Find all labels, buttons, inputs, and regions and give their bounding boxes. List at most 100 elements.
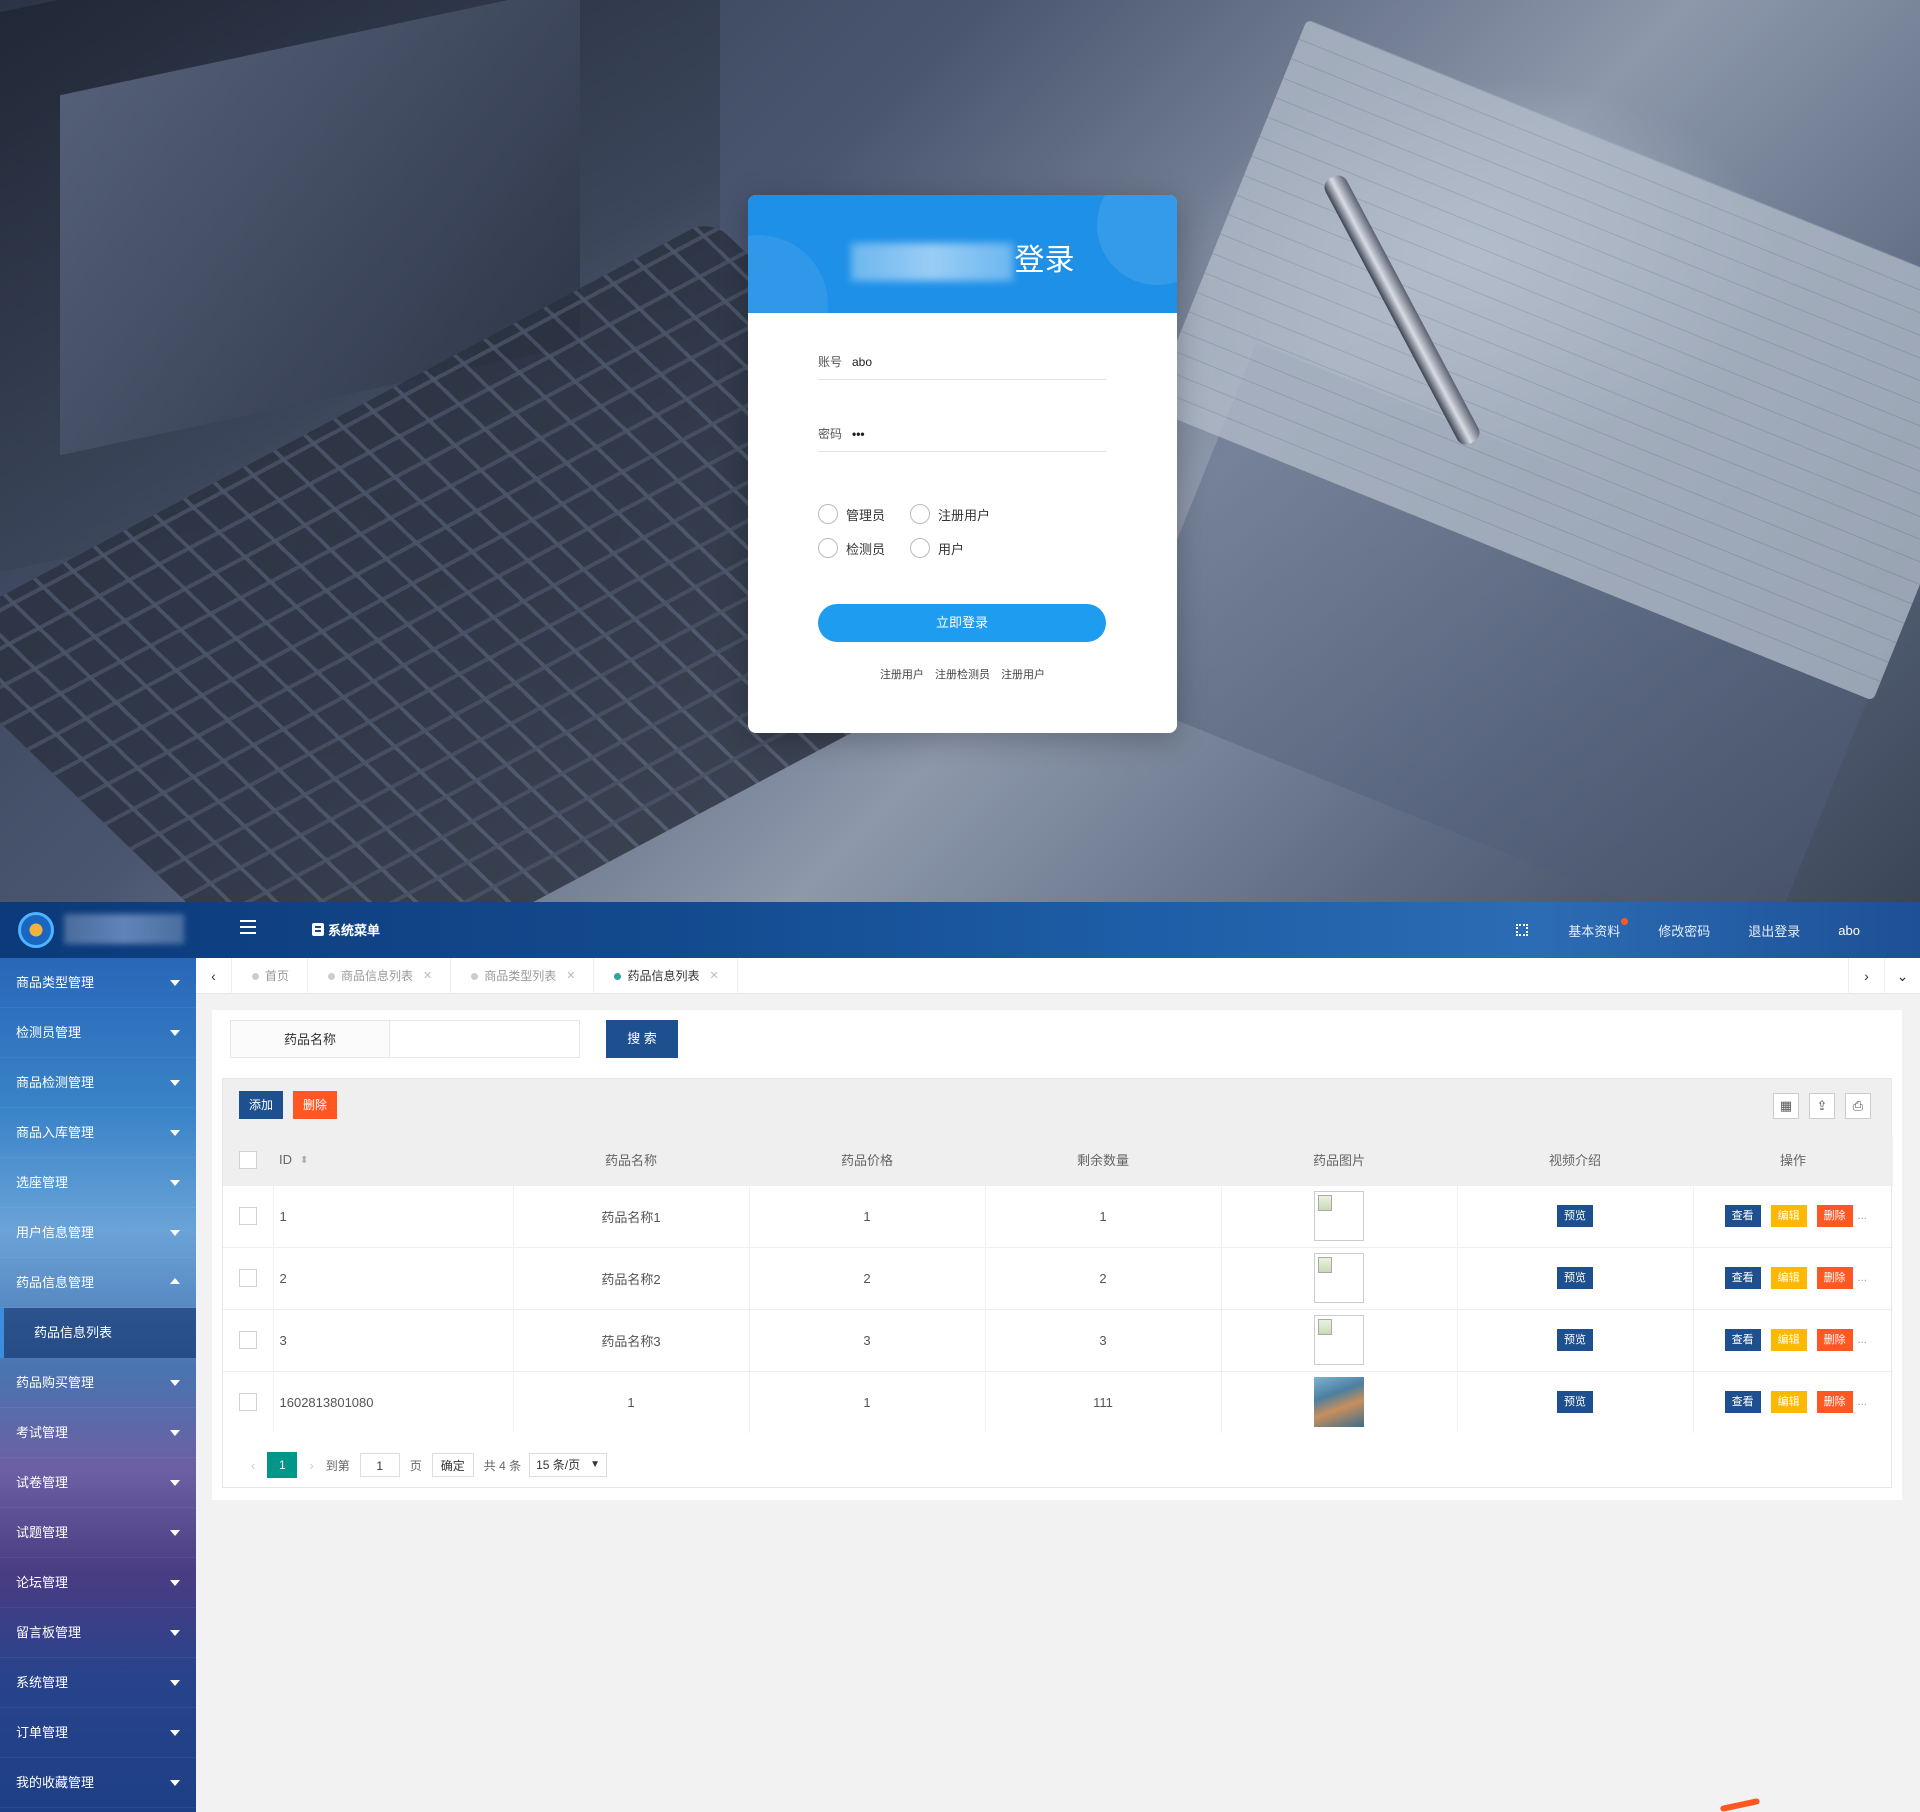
more-icon[interactable]: ... bbox=[1858, 1396, 1867, 1408]
edit-button[interactable]: 编辑 bbox=[1770, 1391, 1807, 1414]
account-field[interactable]: 账号 abo bbox=[818, 344, 1106, 380]
sidebar-item-orders[interactable]: 订单管理 bbox=[0, 1708, 196, 1758]
tab-product-type-list[interactable]: 商品类型列表 ✕ bbox=[451, 958, 595, 994]
more-icon[interactable]: ... bbox=[1858, 1272, 1867, 1284]
tab-scroll-left-icon[interactable]: ‹ bbox=[196, 958, 232, 994]
login-button[interactable]: 立即登录 bbox=[818, 604, 1106, 642]
account-input[interactable]: abo bbox=[852, 355, 872, 369]
sidebar-item-drug-info[interactable]: 药品信息管理 bbox=[0, 1258, 196, 1308]
drug-photo-image[interactable] bbox=[1314, 1377, 1364, 1428]
sidebar-item-stock-in[interactable]: 商品入库管理 bbox=[0, 1108, 196, 1158]
print-icon[interactable]: ⎙ bbox=[1845, 1093, 1871, 1119]
row-delete-button[interactable]: 删除 bbox=[1816, 1391, 1853, 1414]
select-all-checkbox[interactable] bbox=[239, 1150, 257, 1169]
row-checkbox[interactable] bbox=[238, 1269, 257, 1287]
role-radio-user[interactable]: 用户 bbox=[910, 538, 964, 558]
tab-scroll-right-icon[interactable]: › bbox=[1848, 958, 1884, 994]
delete-button[interactable]: 删除 bbox=[293, 1091, 338, 1119]
radio-icon[interactable] bbox=[910, 538, 930, 558]
logout-link[interactable]: 退出登录 bbox=[1748, 921, 1800, 940]
sidebar-item-question[interactable]: 试题管理 bbox=[0, 1508, 196, 1558]
role-radio-admin[interactable]: 管理员 bbox=[818, 504, 885, 524]
add-button[interactable]: 添加 bbox=[239, 1091, 284, 1119]
view-button[interactable]: 查看 bbox=[1724, 1329, 1761, 1351]
sidebar-subitem-drug-list[interactable]: 药品信息列表 bbox=[0, 1308, 196, 1358]
tab-drug-info-list[interactable]: 药品信息列表 ✕ bbox=[594, 958, 738, 994]
preview-button[interactable]: 预览 bbox=[1557, 1329, 1593, 1351]
hamburger-menu-icon[interactable] bbox=[240, 920, 256, 934]
more-icon[interactable]: ... bbox=[1858, 1210, 1867, 1222]
sidebar-item-paper[interactable]: 试卷管理 bbox=[0, 1458, 196, 1508]
close-icon[interactable]: ✕ bbox=[423, 958, 432, 994]
current-page-button[interactable]: 1 bbox=[267, 1452, 298, 1478]
goto-confirm-button[interactable]: 确定 bbox=[431, 1453, 474, 1477]
edit-button[interactable]: 编辑 bbox=[1770, 1329, 1807, 1351]
edit-button[interactable]: 编辑 bbox=[1770, 1205, 1807, 1227]
sidebar-item-drug-purchase[interactable]: 药品购买管理 bbox=[0, 1358, 196, 1408]
username[interactable]: abo bbox=[1838, 923, 1860, 938]
row-delete-button[interactable]: 删除 bbox=[1816, 1267, 1853, 1289]
export-icon[interactable]: ⇪ bbox=[1809, 1093, 1835, 1119]
broken-image-icon[interactable] bbox=[1314, 1315, 1364, 1365]
row-checkbox[interactable] bbox=[238, 1393, 257, 1412]
radio-icon[interactable] bbox=[818, 538, 838, 558]
sidebar-item-seat[interactable]: 选座管理 bbox=[0, 1158, 196, 1208]
column-header-id[interactable]: ID ⬍ bbox=[273, 1135, 513, 1185]
tab-home[interactable]: 首页 bbox=[232, 958, 309, 994]
cell-id: 3 bbox=[272, 1309, 513, 1371]
cell-price: 1 bbox=[748, 1371, 985, 1433]
row-delete-button[interactable]: 删除 bbox=[1816, 1329, 1853, 1351]
role-radio-inspector[interactable]: 检测员 bbox=[818, 538, 885, 558]
cell-actions: 查看 编辑 删除... bbox=[1692, 1371, 1893, 1433]
sidebar-item-user-info[interactable]: 用户信息管理 bbox=[0, 1208, 196, 1258]
more-icon[interactable]: ... bbox=[1858, 1334, 1867, 1346]
search-button[interactable]: 搜 索 bbox=[606, 1020, 678, 1058]
row-delete-button[interactable]: 删除 bbox=[1816, 1205, 1853, 1227]
sidebar-item-exam[interactable]: 考试管理 bbox=[0, 1408, 196, 1458]
sidebar-item-system[interactable]: 系统管理 bbox=[0, 1658, 196, 1708]
system-menu-title[interactable]: 系统菜单 bbox=[312, 920, 380, 939]
register-user-link-2[interactable]: 注册用户 bbox=[1001, 669, 1045, 681]
sidebar-item-product-inspection[interactable]: 商品检测管理 bbox=[0, 1058, 196, 1108]
broken-image-icon[interactable] bbox=[1314, 1253, 1364, 1303]
basic-info-link[interactable]: 基本资料 bbox=[1568, 917, 1629, 940]
cell-video: 预览 bbox=[1456, 1247, 1693, 1309]
broken-image-icon[interactable] bbox=[1314, 1191, 1364, 1241]
view-button[interactable]: 查看 bbox=[1724, 1205, 1761, 1227]
change-password-link[interactable]: 修改密码 bbox=[1658, 921, 1710, 940]
next-page-icon[interactable]: › bbox=[309, 1458, 313, 1473]
page-size-select[interactable]: 15 条/页 ▼ bbox=[529, 1453, 608, 1477]
role-radio-registered-user[interactable]: 注册用户 bbox=[910, 504, 990, 524]
radio-icon[interactable] bbox=[910, 504, 930, 524]
search-input[interactable] bbox=[390, 1020, 580, 1058]
prev-page-icon[interactable]: ‹ bbox=[251, 1458, 255, 1473]
sidebar-item-favorites[interactable]: 我的收藏管理 bbox=[0, 1758, 196, 1808]
view-button[interactable]: 查看 bbox=[1724, 1267, 1761, 1289]
preview-button[interactable]: 预览 bbox=[1557, 1205, 1593, 1227]
sort-icon[interactable]: ⬍ bbox=[300, 1155, 308, 1166]
register-user-link[interactable]: 注册用户 bbox=[880, 669, 924, 681]
sidebar-item-inspector[interactable]: 检测员管理 bbox=[0, 1008, 196, 1058]
radio-icon[interactable] bbox=[818, 504, 838, 524]
goto-page-input[interactable]: 1 bbox=[359, 1453, 400, 1477]
password-input[interactable]: ••• bbox=[852, 427, 865, 441]
row-checkbox[interactable] bbox=[238, 1207, 257, 1225]
cell-price: 3 bbox=[748, 1309, 985, 1371]
password-field[interactable]: 密码 ••• bbox=[818, 416, 1106, 452]
sidebar-item-product-type[interactable]: 商品类型管理 bbox=[0, 958, 196, 1008]
tab-menu-chevron-down-icon[interactable]: ⌄ bbox=[1884, 958, 1920, 994]
preview-button[interactable]: 预览 bbox=[1557, 1391, 1593, 1414]
row-checkbox[interactable] bbox=[238, 1331, 257, 1349]
register-inspector-link[interactable]: 注册检测员 bbox=[935, 669, 990, 681]
logo-icon bbox=[18, 912, 54, 948]
sidebar-item-message-board[interactable]: 留言板管理 bbox=[0, 1608, 196, 1658]
fullscreen-icon[interactable] bbox=[1516, 924, 1529, 936]
edit-button[interactable]: 编辑 bbox=[1770, 1267, 1807, 1289]
close-icon[interactable]: ✕ bbox=[566, 958, 575, 994]
preview-button[interactable]: 预览 bbox=[1557, 1267, 1593, 1289]
view-button[interactable]: 查看 bbox=[1724, 1391, 1761, 1414]
tab-product-info-list[interactable]: 商品信息列表 ✕ bbox=[308, 958, 452, 994]
columns-icon[interactable]: ▦ bbox=[1773, 1093, 1799, 1119]
sidebar-item-forum[interactable]: 论坛管理 bbox=[0, 1558, 196, 1608]
close-icon[interactable]: ✕ bbox=[710, 958, 719, 994]
